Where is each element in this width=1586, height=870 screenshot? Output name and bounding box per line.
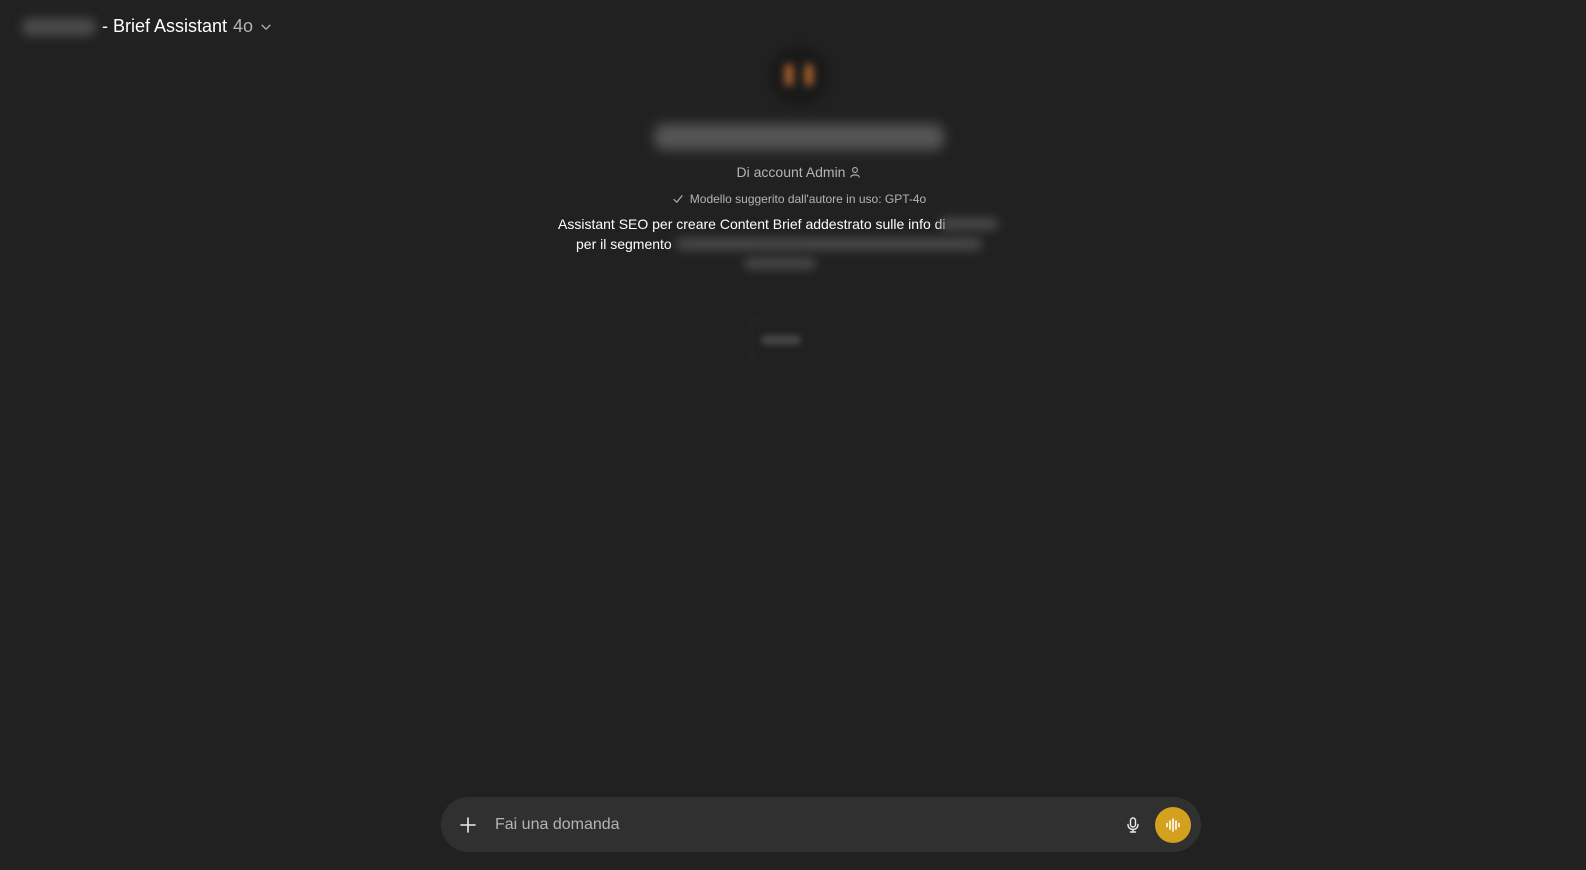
model-selector-version: 4o — [233, 16, 254, 36]
conversation-starter[interactable] — [750, 316, 902, 366]
gpt-author-label: Di account Admin — [736, 164, 846, 180]
redacted-description-part — [744, 258, 816, 269]
redacted-gpt-name — [654, 124, 944, 150]
gpt-author: Di account Admin — [737, 164, 862, 180]
model-selector-title: - Brief Assistant — [102, 16, 228, 36]
voice-waveform-icon — [1166, 817, 1180, 832]
redacted-gpt-prefix — [22, 17, 96, 36]
microphone-icon — [1127, 816, 1139, 833]
gpt-description: Assistant SEO per creare Content Brief a… — [558, 214, 1028, 272]
gpt-info: Di account Admin Modello suggerito dall'… — [0, 40, 1586, 272]
voice-mode-button[interactable] — [1155, 806, 1191, 843]
prompt-input[interactable] — [493, 814, 1117, 835]
description-line-2: per il segmento — [576, 236, 672, 252]
model-selector[interactable]: - Brief Assistant 4o — [16, 12, 279, 41]
suggested-model-text: Modello suggerito dall'autore in uso: GP… — [689, 192, 927, 206]
description-line-1: Assistant SEO per creare Content Brief a… — [558, 216, 946, 232]
redacted-description-part — [940, 218, 998, 230]
chat-page: - Brief Assistant 4o Di account Admin Mo… — [0, 0, 1586, 870]
chevron-down-icon — [261, 24, 271, 30]
plus-icon — [460, 816, 476, 833]
attach-button[interactable] — [457, 814, 479, 836]
check-icon — [673, 195, 683, 203]
dictate-button[interactable] — [1117, 809, 1149, 841]
suggested-model-note: Modello suggerito dall'autore in uso: GP… — [672, 192, 926, 206]
redacted-description-part — [676, 238, 982, 250]
composer — [441, 797, 1201, 852]
gpt-avatar — [763, 40, 835, 112]
user-icon — [850, 167, 861, 178]
